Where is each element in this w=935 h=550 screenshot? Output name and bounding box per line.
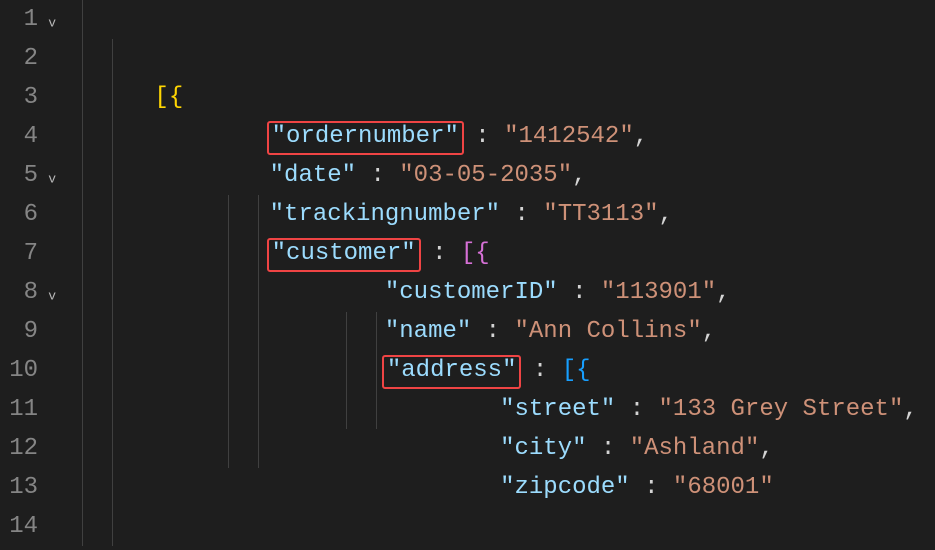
code-line[interactable]: "trackingnumber" : "TT3113", (68, 117, 935, 156)
fold-caret-icon[interactable]: v (48, 3, 56, 42)
code-line[interactable]: "street" : "133 Grey Street", (68, 312, 935, 351)
fold-caret-icon[interactable]: v (48, 276, 56, 315)
line-number: 5v (0, 156, 58, 195)
code-line[interactable]: "city" : "Ashland", (68, 351, 935, 390)
code-line[interactable]: "name" : "Ann Collins", (68, 234, 935, 273)
code-line[interactable] (68, 429, 935, 468)
line-number: 12 (0, 429, 58, 468)
code-line[interactable]: ] (68, 507, 935, 546)
code-line[interactable]: "customer" : [{ (68, 156, 935, 195)
line-number: 14 (0, 507, 58, 546)
code-line[interactable]: "ordernumber" : "1412542", (68, 39, 935, 78)
line-number-gutter: 1v 2 3 4 5v 6 7 8v 9 10 11 12 13 14 (0, 0, 62, 550)
code-line[interactable]: [{ (68, 0, 935, 39)
code-area[interactable]: [{ "ordernumber" : "1412542", "date" : "… (62, 0, 935, 550)
code-editor[interactable]: 1v 2 3 4 5v 6 7 8v 9 10 11 12 13 14 [{ "… (0, 0, 935, 550)
code-line[interactable]: "address" : [{ (68, 273, 935, 312)
code-line[interactable]: "zipcode" : "68001" (68, 390, 935, 429)
line-number: 2 (0, 39, 58, 78)
line-number: 10 (0, 351, 58, 390)
line-number: 11 (0, 390, 58, 429)
line-number: 13 (0, 468, 58, 507)
line-number: 8v (0, 273, 58, 312)
line-number: 1v (0, 0, 58, 39)
line-number: 7 (0, 234, 58, 273)
line-number: 6 (0, 195, 58, 234)
code-line[interactable]: "customerID" : "113901", (68, 195, 935, 234)
code-line[interactable]: "date" : "03-05-2035", (68, 78, 935, 117)
code-line[interactable]: } (68, 468, 935, 507)
line-number: 3 (0, 78, 58, 117)
fold-caret-icon[interactable]: v (48, 159, 56, 198)
line-number: 4 (0, 117, 58, 156)
line-number: 9 (0, 312, 58, 351)
